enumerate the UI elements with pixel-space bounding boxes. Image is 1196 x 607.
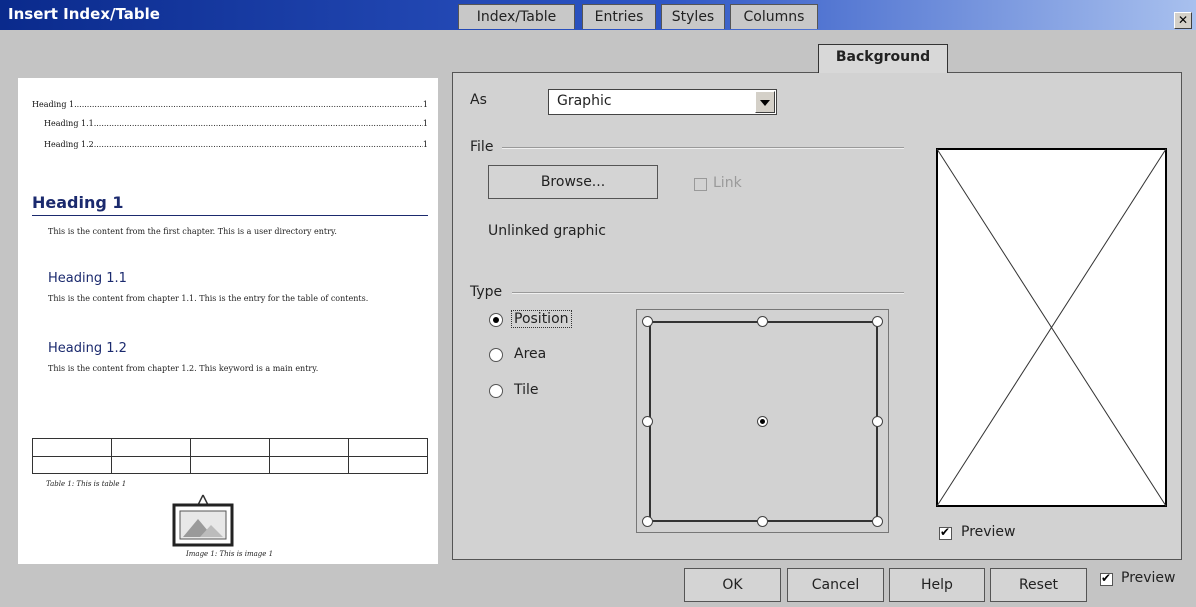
position-bottom-right[interactable]	[872, 516, 883, 527]
toc-entry-text: Heading 1.1	[44, 119, 94, 128]
position-middle-left[interactable]	[642, 416, 653, 427]
position-top-left[interactable]	[642, 316, 653, 327]
link-checkbox[interactable]	[694, 178, 707, 191]
help-button-label: Help	[921, 577, 953, 593]
toc-entry: Heading 1.1 1	[44, 119, 428, 128]
radio-area-label: Area	[514, 346, 547, 362]
preview-checkbox-label: Preview	[1121, 570, 1176, 586]
file-separator	[502, 147, 904, 149]
position-top-right[interactable]	[872, 316, 883, 327]
as-select-value: Graphic	[557, 93, 612, 109]
toc-dots	[94, 119, 423, 128]
position-bottom-center[interactable]	[757, 516, 768, 527]
type-separator	[512, 292, 904, 294]
file-status: Unlinked graphic	[488, 223, 606, 239]
preview-table	[32, 438, 428, 474]
help-button[interactable]: Help	[889, 568, 985, 602]
graphic-preview	[936, 148, 1167, 507]
position-top-center[interactable]	[757, 316, 768, 327]
toc-entry-page: 1	[422, 119, 428, 128]
close-icon[interactable]: ✕	[1174, 12, 1192, 29]
browse-button-label: Browse...	[540, 174, 606, 190]
tab-background[interactable]: Background	[818, 44, 948, 73]
preview-text-1: This is the content from the first chapt…	[48, 227, 337, 236]
cancel-button[interactable]: Cancel	[787, 568, 884, 602]
browse-button[interactable]: Browse...	[488, 165, 658, 199]
reset-button[interactable]: Reset	[990, 568, 1087, 602]
document-preview: Heading 1 1 Heading 1.1 1 Heading 1.2 1 …	[18, 78, 438, 564]
window-title: Insert Index/Table	[8, 5, 160, 23]
radio-tile-label: Tile	[514, 382, 539, 398]
chevron-down-icon[interactable]	[755, 91, 775, 113]
table-caption: Table 1: This is table 1	[46, 480, 127, 488]
radio-tile[interactable]	[489, 384, 503, 398]
cancel-button-label: Cancel	[811, 577, 860, 593]
toc-entry-text: Heading 1.2	[44, 140, 94, 149]
image-caption: Image 1: This is image 1	[186, 550, 274, 558]
tab-index-table[interactable]: Index/Table	[458, 4, 575, 29]
tab-columns[interactable]: Columns	[730, 4, 818, 29]
ok-button[interactable]: OK	[684, 568, 781, 602]
tab-entries[interactable]: Entries	[582, 4, 656, 29]
preview-text-1-1: This is the content from chapter 1.1. Th…	[48, 294, 369, 303]
preview-text-1-2: This is the content from chapter 1.2. Th…	[48, 364, 319, 373]
preview-checkbox[interactable]	[1100, 571, 1113, 586]
file-group-label: File	[470, 139, 494, 155]
toc-entry: Heading 1.2 1	[44, 140, 428, 149]
preview-heading-1-2: Heading 1.2	[48, 341, 127, 356]
as-label: As	[470, 92, 487, 108]
radio-position-label: Position	[511, 310, 572, 328]
graphic-preview-label: Preview	[961, 524, 1016, 540]
position-center[interactable]	[757, 416, 768, 427]
radio-position[interactable]	[489, 313, 503, 327]
type-group-label: Type	[470, 284, 503, 300]
link-label: Link	[713, 175, 742, 191]
position-middle-right[interactable]	[872, 416, 883, 427]
toc-entry-page: 1	[422, 100, 428, 109]
preview-heading-1-1: Heading 1.1	[48, 271, 127, 286]
toc-dots	[74, 100, 423, 109]
preview-heading-1: Heading 1	[32, 193, 428, 216]
tab-styles[interactable]: Styles	[661, 4, 725, 29]
toc-entry: Heading 1 1	[32, 100, 428, 109]
graphic-preview-checkbox[interactable]	[939, 525, 952, 540]
reset-button-label: Reset	[1018, 577, 1059, 593]
framed-picture-icon	[172, 494, 234, 547]
toc-entry-page: 1	[422, 140, 428, 149]
ok-button-label: OK	[722, 577, 743, 593]
toc-dots	[94, 140, 423, 149]
as-select[interactable]: Graphic	[548, 89, 777, 115]
position-bottom-left[interactable]	[642, 516, 653, 527]
radio-area[interactable]	[489, 348, 503, 362]
toc-entry-text: Heading 1	[32, 100, 75, 109]
